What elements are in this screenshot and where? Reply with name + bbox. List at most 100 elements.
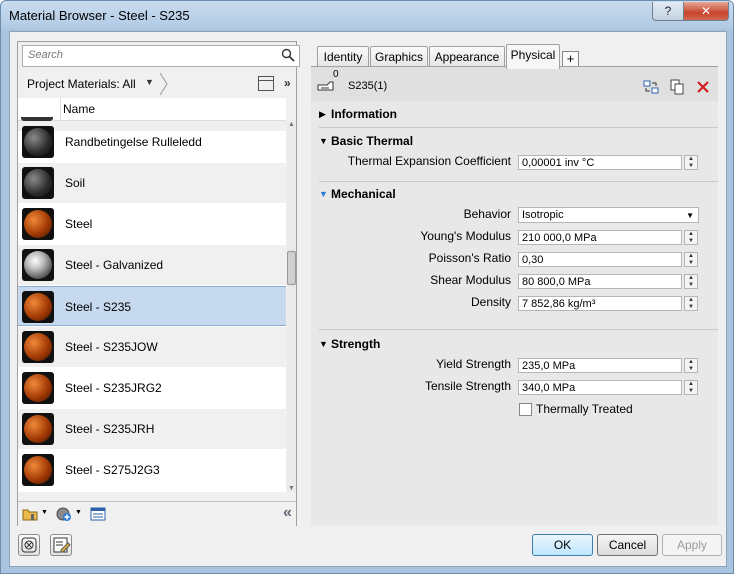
material-name: Steel - Galvanized <box>65 258 164 272</box>
triangle-down-icon[interactable]: ▼ <box>319 136 328 146</box>
material-swatch-icon <box>22 372 54 404</box>
material-name: Steel - S235JRH <box>65 422 155 436</box>
material-sphere <box>24 374 52 402</box>
thermal-expansion-field[interactable]: 0,00001 inv °C <box>518 155 682 170</box>
search-icon[interactable] <box>281 48 295 62</box>
strength-section-title[interactable]: Strength <box>331 337 380 351</box>
list-item[interactable]: Steel <box>18 204 286 244</box>
thermally-treated-checkbox[interactable] <box>519 403 532 416</box>
list-item[interactable]: Randbetingelse Rulleledd <box>18 122 286 162</box>
list-item[interactable]: Steel - S235JRG2 <box>18 368 286 408</box>
tab-graphics[interactable]: Graphics <box>370 46 428 68</box>
behavior-value: Isotropic <box>522 209 564 221</box>
triangle-down-icon[interactable]: ▼ <box>319 189 328 199</box>
mechanical-section-title[interactable]: Mechanical <box>331 187 396 201</box>
double-chevron-right-icon[interactable]: » <box>284 76 291 90</box>
material-sphere <box>24 333 52 361</box>
poissons-ratio-label: Poisson's Ratio <box>428 251 511 265</box>
yield-strength-label: Yield Strength <box>436 357 511 371</box>
information-section-title[interactable]: Information <box>331 107 397 121</box>
chevron-down-icon[interactable]: ▼ <box>41 509 48 516</box>
scroll-up-icon[interactable]: ▲ <box>287 121 296 128</box>
yield-strength-spinner[interactable]: ▲ ▼ <box>684 358 698 373</box>
behavior-label: Behavior <box>463 207 511 221</box>
tensile-strength-field[interactable]: 340,0 MPa <box>518 380 682 395</box>
youngs-modulus-label: Young's Modulus <box>420 229 511 243</box>
behavior-select[interactable]: Isotropic ▼ <box>518 207 699 223</box>
scroll-down-icon[interactable]: ▼ <box>287 485 296 492</box>
material-list-panel: Search Project Materials: All ▼ » Name R… <box>17 41 300 526</box>
asset-header: 0 S235(1) <box>311 67 718 101</box>
close-button[interactable]: ✕ <box>683 2 729 21</box>
material-name: Steel - S235 <box>65 300 132 314</box>
material-swatch-icon <box>22 413 54 445</box>
material-sphere <box>24 456 52 484</box>
chevron-down-icon[interactable]: ▼ <box>686 208 694 223</box>
triangle-down-icon[interactable]: ▼ <box>319 339 328 349</box>
list-footer-toolbar: ▼ ▼ « <box>18 501 296 526</box>
create-material-icon[interactable] <box>56 506 72 522</box>
ok-button[interactable]: OK <box>532 534 593 556</box>
basic-thermal-section-title[interactable]: Basic Thermal <box>331 134 413 148</box>
list-item[interactable] <box>18 491 286 492</box>
density-spinner[interactable]: ▲ ▼ <box>684 296 698 311</box>
toggle-editor-button[interactable] <box>50 534 72 556</box>
shear-modulus-field[interactable]: 80 800,0 MPa <box>518 274 682 289</box>
duplicate-asset-icon[interactable] <box>669 79 685 95</box>
triangle-right-icon[interactable]: ▶ <box>319 109 326 120</box>
chevron-down-icon[interactable]: ▼ <box>145 77 154 87</box>
title-bar[interactable]: Material Browser - Steel - S235 ? ✕ <box>1 1 733 29</box>
material-browser-window: Material Browser - Steel - S235 ? ✕ Sear… <box>0 0 734 574</box>
tensile-strength-spinner[interactable]: ▲ ▼ <box>684 380 698 395</box>
search-placeholder: Search <box>28 49 63 61</box>
thermal-expansion-spinner[interactable]: ▲ ▼ <box>684 155 698 170</box>
material-swatch-icon <box>22 249 54 281</box>
poissons-ratio-field[interactable]: 0,30 <box>518 252 682 267</box>
tab-identity[interactable]: Identity <box>317 46 369 68</box>
list-item[interactable]: Steel - S235JOW <box>18 327 286 367</box>
search-input[interactable]: Search <box>22 45 300 67</box>
divider <box>319 181 718 182</box>
material-sphere <box>24 169 52 197</box>
material-browser-icon <box>21 537 37 553</box>
thermally-treated-label[interactable]: Thermally Treated <box>536 402 633 416</box>
tab-appearance[interactable]: Appearance <box>429 46 505 68</box>
youngs-modulus-spinner[interactable]: ▲ ▼ <box>684 230 698 245</box>
cancel-button[interactable]: Cancel <box>597 534 658 556</box>
tab-physical[interactable]: Physical <box>506 44 560 69</box>
breadcrumb-arrow-icon <box>159 73 168 95</box>
help-button[interactable]: ? <box>652 2 684 21</box>
material-name: Randbetingelse Rulleledd <box>65 135 202 149</box>
apply-button[interactable]: Apply <box>662 534 722 556</box>
chevron-down-icon[interactable]: ▼ <box>75 509 82 516</box>
name-column-header[interactable]: Name <box>63 102 95 116</box>
replace-asset-icon[interactable] <box>643 79 659 95</box>
material-sphere <box>24 415 52 443</box>
view-layout-icon[interactable] <box>258 76 274 91</box>
thermal-expansion-label: Thermal Expansion Coefficient <box>347 154 511 168</box>
collapse-library-icon[interactable]: « <box>283 504 292 522</box>
list-scrollbar[interactable]: ▲ ▼ <box>287 121 296 492</box>
list-item[interactable]: Steel - S275J2G3 <box>18 450 286 490</box>
library-panel-icon[interactable] <box>90 506 106 522</box>
yield-strength-field[interactable]: 235,0 MPa <box>518 358 682 373</box>
material-sphere <box>24 128 52 156</box>
list-item[interactable]: Soil <box>18 163 286 203</box>
toggle-browser-button[interactable] <box>18 534 40 556</box>
material-sphere <box>24 251 52 279</box>
delete-asset-icon[interactable] <box>695 79 711 95</box>
asset-users-count: 0 <box>333 69 339 80</box>
density-field[interactable]: 7 852,86 kg/m³ <box>518 296 682 311</box>
material-editor-icon <box>53 537 71 553</box>
shear-modulus-spinner[interactable]: ▲ ▼ <box>684 274 698 289</box>
open-library-icon[interactable] <box>22 506 38 522</box>
material-swatch-icon <box>22 291 54 323</box>
poissons-ratio-spinner[interactable]: ▲ ▼ <box>684 252 698 267</box>
list-item-selected[interactable]: Steel - S235 <box>18 286 286 326</box>
scrollbar-thumb[interactable] <box>287 251 296 285</box>
project-materials-dropdown[interactable]: Project Materials: All <box>27 77 136 91</box>
asset-name: S235(1) <box>348 80 388 92</box>
list-item[interactable]: Steel - Galvanized <box>18 245 286 285</box>
list-item[interactable]: Steel - S235JRH <box>18 409 286 449</box>
youngs-modulus-field[interactable]: 210 000,0 MPa <box>518 230 682 245</box>
